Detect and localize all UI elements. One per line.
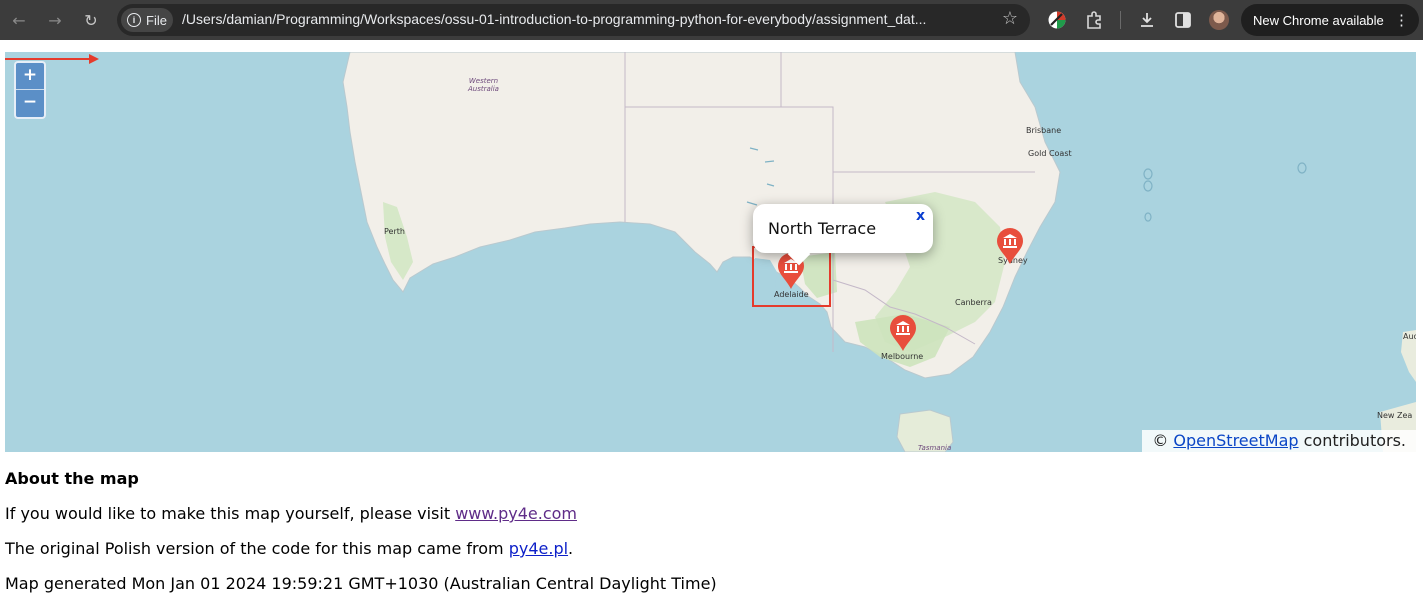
attribution-suffix: contributors. (1298, 431, 1406, 450)
about-heading: About the map (5, 469, 139, 488)
info-icon: i (127, 13, 142, 27)
marker-melbourne[interactable] (888, 314, 918, 352)
about-line-visit-text: If you would like to make this map yours… (5, 504, 456, 523)
update-chrome-button[interactable]: New Chrome available ⋮ (1241, 4, 1419, 36)
site-info-label: File (146, 12, 167, 28)
popup-close-button[interactable]: x (916, 208, 925, 224)
browser-toolbar: ← → ↻ i File /Users/damian/Programming/W… (0, 0, 1423, 40)
map-label-western-australia-line2: Australia (468, 85, 499, 93)
address-bar[interactable]: i File /Users/damian/Programming/Workspa… (117, 4, 1030, 36)
side-panel-icon[interactable] (1173, 10, 1193, 30)
py4e-com-link[interactable]: www.py4e.com (455, 504, 577, 523)
zoom-in-button[interactable]: + (16, 63, 44, 89)
more-icon[interactable]: ⋮ (1394, 11, 1409, 29)
map-label-new-zealand: New Zea (1377, 411, 1413, 420)
marker-popup: North Terrace x (753, 204, 933, 253)
extension-icon[interactable] (1047, 10, 1067, 30)
download-icon[interactable] (1137, 10, 1157, 30)
puzzle-icon[interactable] (1084, 10, 1104, 30)
openstreetmap-link[interactable]: OpenStreetMap (1173, 431, 1298, 450)
about-line-origin-text: The original Polish version of the code … (5, 539, 509, 558)
forward-icon[interactable]: → (41, 6, 69, 34)
map-generated-timestamp: Map generated Mon Jan 01 2024 19:59:21 G… (5, 574, 717, 593)
py4e-pl-link[interactable]: py4e.pl (509, 539, 568, 558)
map-label-western-australia: Western Australia (468, 77, 499, 93)
star-icon[interactable]: ☆ (1002, 8, 1018, 29)
map-tiles (342, 52, 1416, 452)
about-line-origin: The original Polish version of the code … (5, 539, 573, 558)
map-label-brisbane: Brisbane (1026, 126, 1062, 135)
map-label-perth: Perth (384, 227, 405, 236)
map-label-gold-coast: Gold Coast (1028, 149, 1072, 158)
about-line-origin-suffix: . (568, 539, 574, 558)
map-attribution: © OpenStreetMap contributors. (1142, 430, 1416, 452)
zoom-out-button[interactable]: − (16, 89, 44, 116)
map[interactable]: Western Australia Perth Adelaide Melbour… (5, 52, 1416, 452)
zoom-control: + − (14, 61, 46, 119)
map-label-tasmania: Tasmania (918, 444, 952, 452)
about-line-visit: If you would like to make this map yours… (5, 504, 577, 523)
site-info-chip[interactable]: i File (121, 8, 173, 32)
reload-icon[interactable]: ↻ (77, 6, 105, 34)
map-label-melbourne: Melbourne (881, 352, 924, 361)
map-label-auckland: Auc (1403, 332, 1416, 341)
back-icon[interactable]: ← (5, 6, 33, 34)
toolbar-separator (1120, 11, 1121, 29)
marker-sydney[interactable] (995, 227, 1025, 265)
map-label-western-australia-line1: Western (468, 77, 499, 85)
avatar[interactable] (1209, 10, 1229, 30)
map-label-canberra: Canberra (955, 298, 992, 307)
url-text[interactable]: /Users/damian/Programming/Workspaces/oss… (182, 11, 990, 27)
update-chrome-label: New Chrome available (1253, 12, 1384, 28)
popup-title: North Terrace (768, 219, 877, 238)
attribution-prefix: © (1152, 431, 1174, 450)
